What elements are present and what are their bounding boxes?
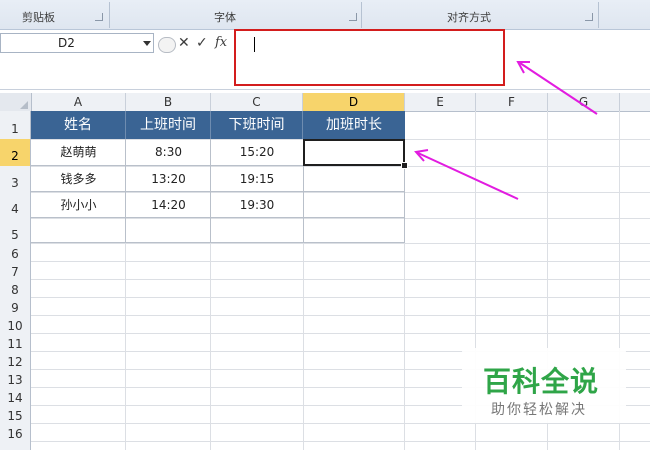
arrow-to-formula-bar bbox=[516, 61, 598, 115]
arrow-to-active-cell bbox=[414, 149, 519, 200]
watermark-subtitle: 助你轻松解决 bbox=[491, 402, 587, 418]
watermark-title: 百科全说 bbox=[483, 365, 600, 398]
